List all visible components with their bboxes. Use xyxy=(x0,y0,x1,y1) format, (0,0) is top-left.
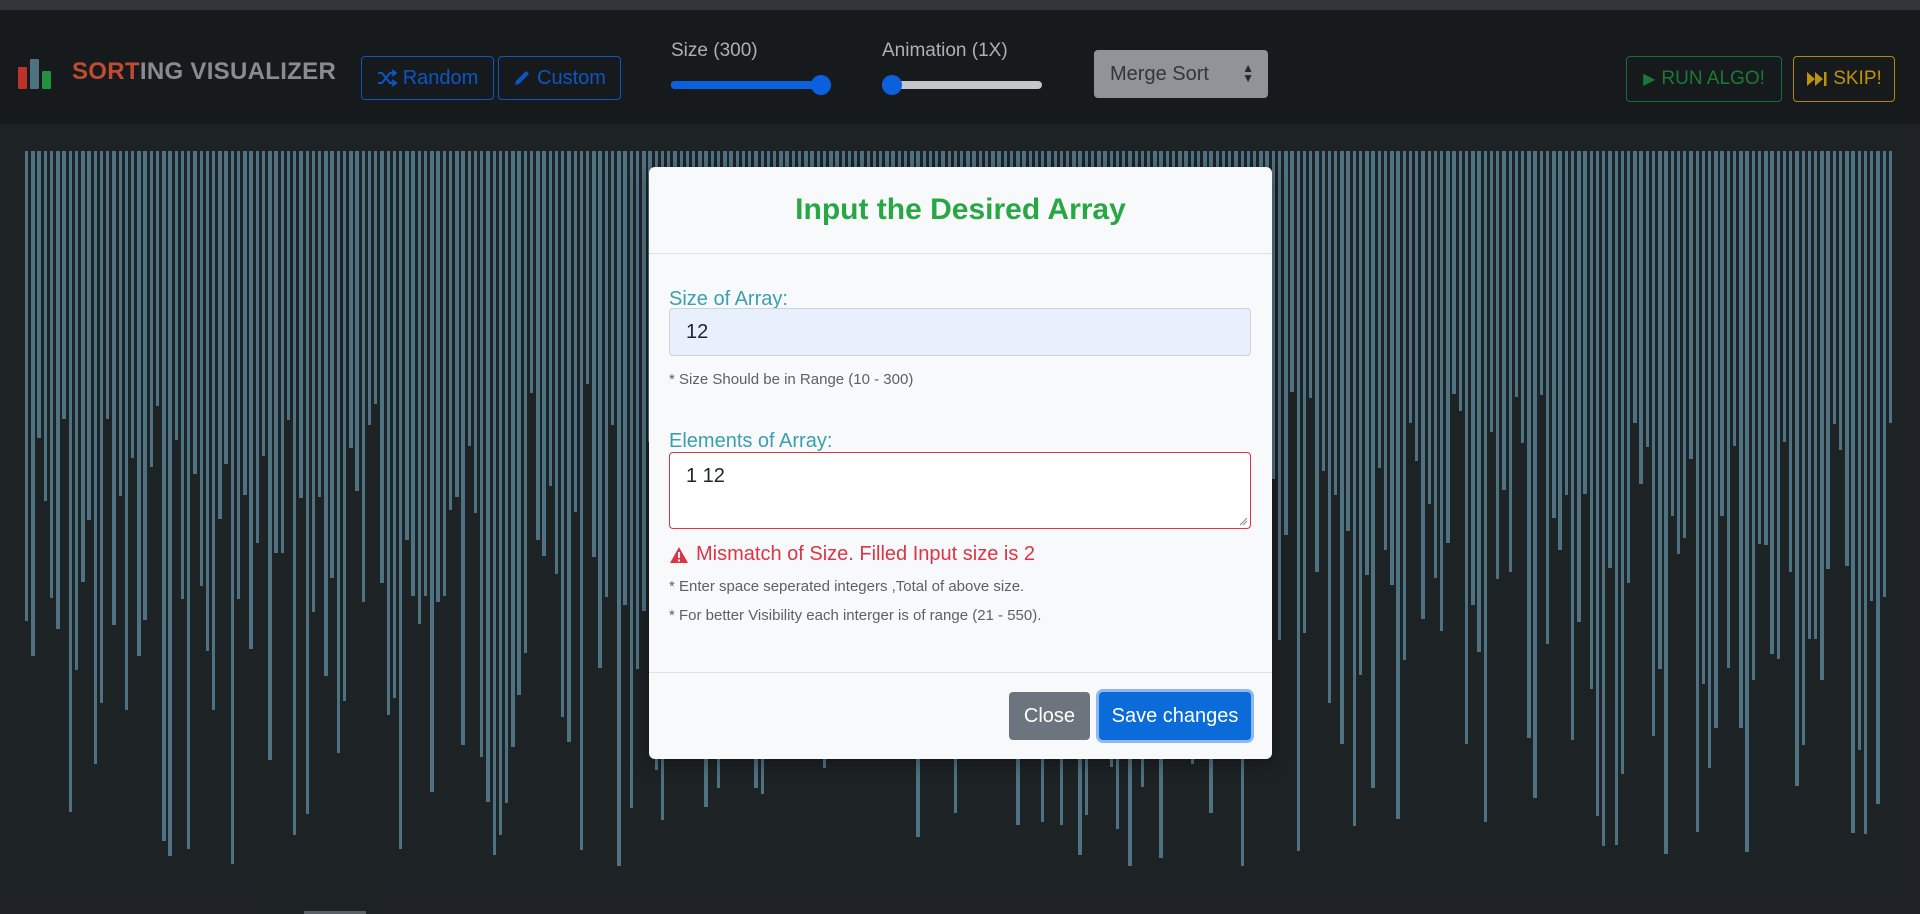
elements-hint-1: * Enter space seperated integers ,Total … xyxy=(669,578,1025,595)
elements-of-array-textarea[interactable]: 1 12 xyxy=(669,452,1251,529)
size-mismatch-error: Mismatch of Size. Filled Input size is 2 xyxy=(669,543,1035,566)
elements-of-array-value: 1 12 xyxy=(686,465,725,487)
error-message: Mismatch of Size. Filled Input size is 2 xyxy=(696,543,1036,565)
modal-footer: Close Save changes xyxy=(649,673,1272,759)
modal-header: Input the Desired Array xyxy=(649,167,1272,254)
size-of-array-input[interactable]: 12 xyxy=(669,308,1251,356)
modal-title: Input the Desired Array xyxy=(795,193,1126,226)
size-range-hint: * Size Should be in Range (10 - 300) xyxy=(669,371,914,388)
warning-triangle-icon xyxy=(670,546,688,563)
save-changes-button[interactable]: Save changes xyxy=(1099,692,1251,740)
elements-hint-2: * For better Visibility each interger is… xyxy=(669,607,1042,624)
modal-body: Size of Array: 12 * Size Should be in Ra… xyxy=(649,254,1272,673)
elements-of-array-label: Elements of Array: xyxy=(669,430,833,452)
custom-array-modal: Input the Desired Array Size of Array: 1… xyxy=(649,167,1272,759)
close-button[interactable]: Close xyxy=(1009,692,1090,740)
resize-handle-icon[interactable] xyxy=(1238,516,1248,526)
